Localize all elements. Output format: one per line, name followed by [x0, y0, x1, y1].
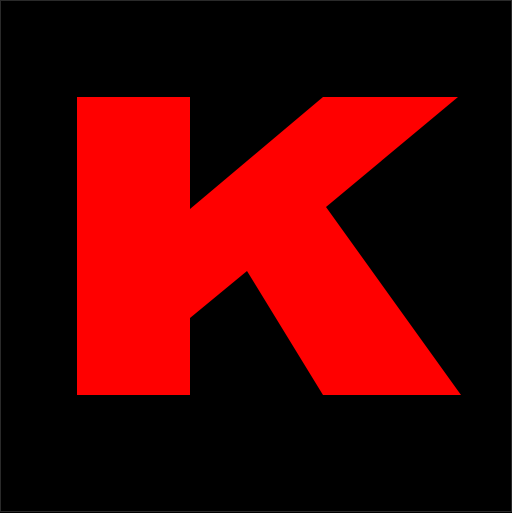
- logo-tile: K: [0, 0, 512, 512]
- letter-k-logo-icon: [77, 97, 461, 395]
- letter-k-shape: [77, 97, 461, 395]
